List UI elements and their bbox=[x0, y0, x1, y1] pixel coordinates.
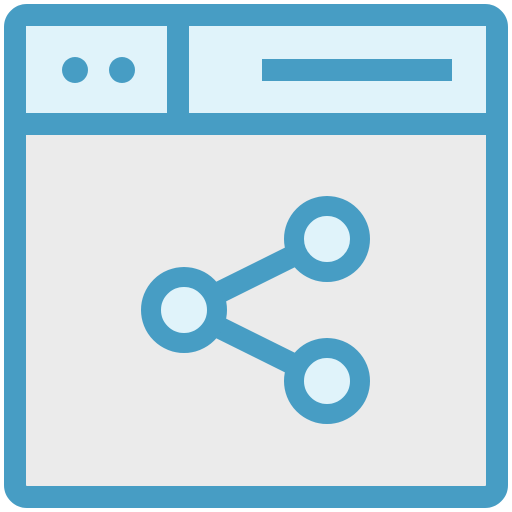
address-bar bbox=[262, 59, 452, 81]
window-control-dot-icon bbox=[62, 57, 88, 83]
share-node-top bbox=[284, 196, 370, 282]
share-node-left bbox=[141, 267, 227, 353]
titlebar-controls-section bbox=[26, 26, 167, 113]
titlebar-divider bbox=[167, 15, 189, 125]
browser-window-share-icon bbox=[0, 0, 512, 512]
browser-window-share-svg bbox=[4, 4, 508, 508]
titlebar-bottom-border bbox=[15, 113, 497, 135]
window-control-dot-icon bbox=[109, 57, 135, 83]
share-node-bottom bbox=[284, 338, 370, 424]
